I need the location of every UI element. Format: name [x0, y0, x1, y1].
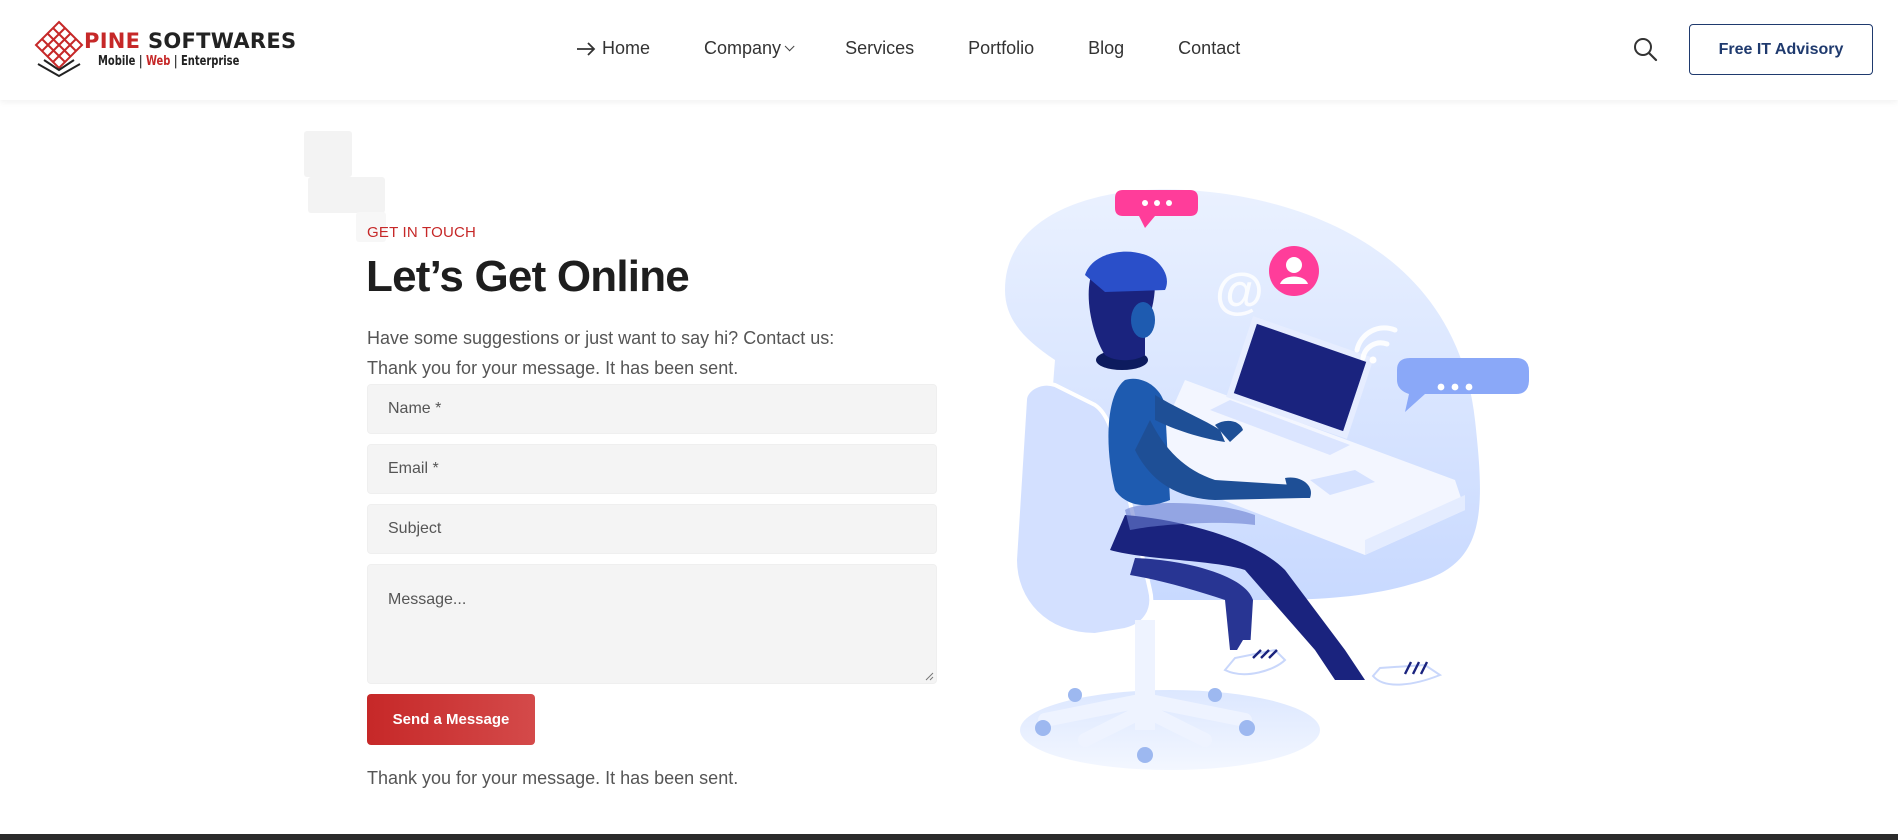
nav-label-home: Home	[602, 38, 651, 58]
tagline-mobile: Mobile	[98, 54, 136, 69]
nav-item-contact[interactable]: Contact	[1178, 38, 1240, 59]
form-status-message: Thank you for your message. It has been …	[367, 358, 739, 378]
tagline-separator: |	[138, 54, 143, 69]
email-field[interactable]: Email *	[367, 444, 937, 494]
nav-label-services: Services	[845, 38, 915, 58]
nav-item-blog[interactable]: Blog	[1088, 38, 1124, 59]
chevron-down-icon	[784, 41, 795, 52]
message-field-placeholder: Message...	[388, 591, 467, 608]
site-header: PINE SOFTWARES Mobile | Web | Enterprise…	[0, 0, 1898, 100]
nav-item-services[interactable]: Services	[845, 38, 914, 59]
brand-name-part1: PINE	[84, 29, 141, 53]
logo-diamond-icon	[34, 20, 84, 78]
brand-tagline: Mobile | Web | Enterprise	[98, 54, 239, 69]
email-field-placeholder: Email *	[388, 460, 439, 477]
nav-label-company: Company	[704, 38, 782, 58]
nav-item-company[interactable]: Company	[704, 38, 795, 59]
person-at-laptop-illustration: @	[1005, 189, 1529, 770]
nav-label-blog: Blog	[1088, 38, 1125, 58]
search-icon[interactable]	[1632, 36, 1658, 62]
nav-item-home[interactable]: Home	[576, 38, 650, 59]
form-status-message: Thank you for your message. It has been …	[367, 768, 739, 788]
name-field[interactable]: Name *	[367, 384, 937, 434]
tagline-web: Web	[145, 54, 171, 69]
name-field-placeholder: Name *	[388, 400, 442, 417]
brand-name-part2: SOFTWARES	[147, 29, 297, 53]
send-message-button[interactable]: Send a Message	[367, 694, 535, 745]
page-title: Let’s Get Online	[366, 252, 690, 301]
contact-lead-text: Have some suggestions or just want to sa…	[367, 328, 835, 348]
footer-bar	[0, 834, 1898, 840]
decorative-square	[308, 177, 385, 213]
decorative-square	[304, 131, 352, 177]
subject-field-placeholder: Subject	[388, 520, 442, 537]
resize-handle-icon[interactable]	[925, 672, 934, 681]
nav-label-portfolio: Portfolio	[968, 38, 1035, 58]
nav-label-contact: Contact	[1178, 38, 1241, 58]
main-nav: Home Company Services Portfolio Blog Con…	[576, 38, 1240, 59]
free-it-advisory-button[interactable]: Free IT Advisory	[1689, 24, 1873, 75]
subject-field[interactable]: Subject	[367, 504, 937, 554]
nav-item-portfolio[interactable]: Portfolio	[968, 38, 1034, 59]
svg-text:@: @	[1215, 263, 1264, 319]
tagline-enterprise: Enterprise	[180, 54, 240, 69]
message-textarea[interactable]: Message...	[367, 564, 937, 684]
brand-name: PINE SOFTWARES	[84, 29, 296, 53]
tagline-separator: |	[173, 54, 178, 69]
section-eyebrow: GET IN TOUCH	[367, 224, 477, 241]
arrow-right-icon	[577, 41, 596, 56]
brand-logo[interactable]: PINE SOFTWARES Mobile | Web | Enterprise	[32, 20, 296, 80]
